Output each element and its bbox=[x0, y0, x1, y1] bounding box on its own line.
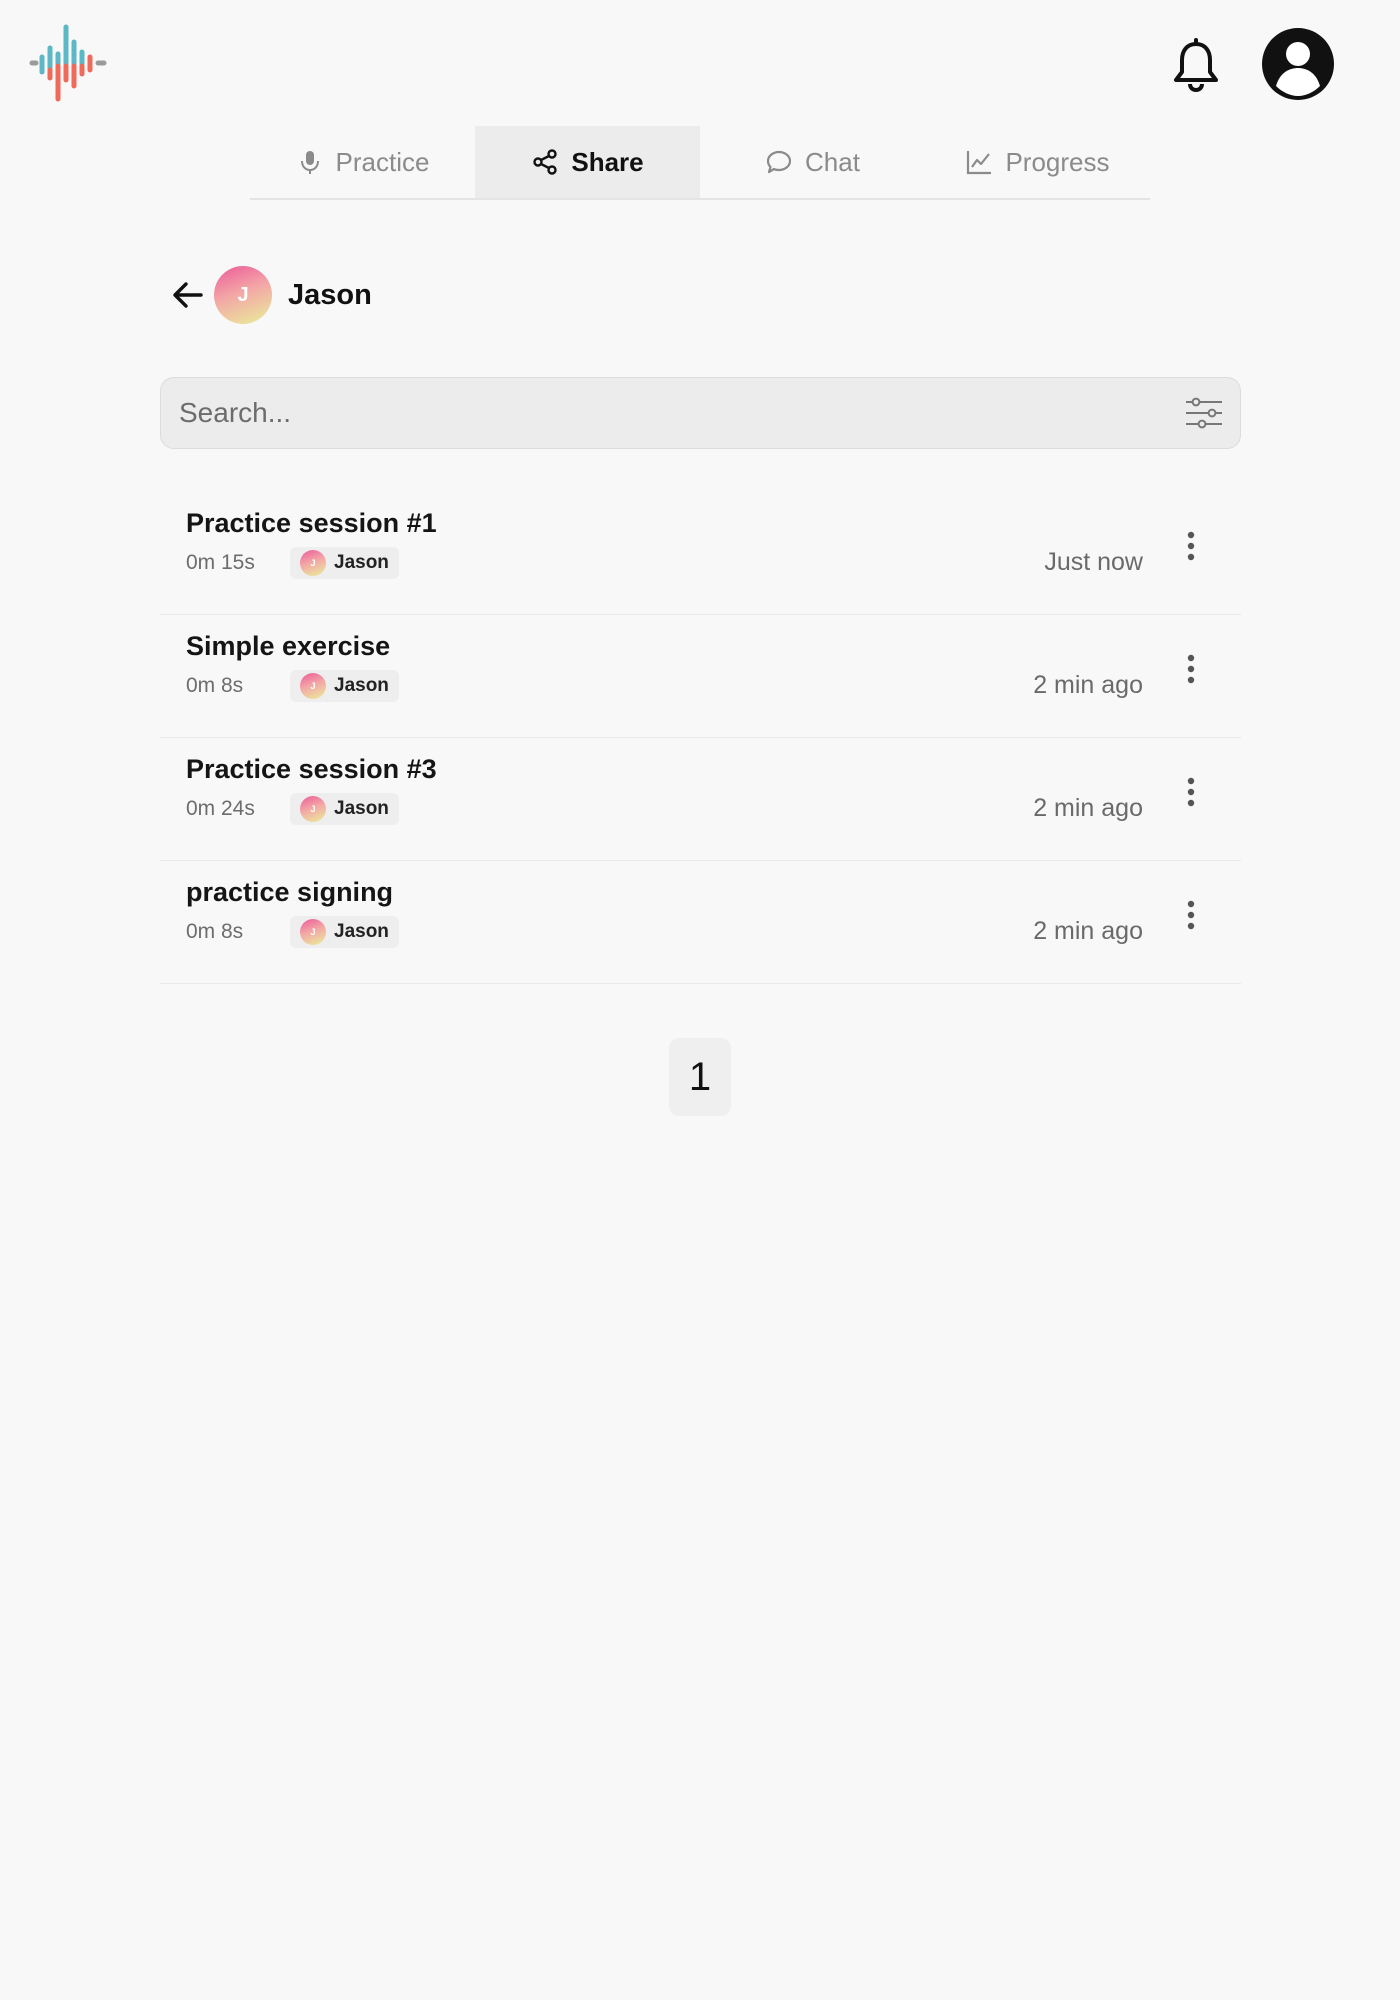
line-chart-icon bbox=[967, 151, 992, 175]
pagination: 1 bbox=[669, 1038, 731, 1116]
session-duration: 0m 24s bbox=[186, 797, 255, 820]
session-time: Just now bbox=[1044, 548, 1143, 576]
session-meta: 0m 24s J Jason bbox=[186, 792, 399, 826]
user-profile-icon[interactable] bbox=[1262, 28, 1334, 100]
list-item[interactable]: practice signing 0m 8s J Jason 2 min ago bbox=[160, 861, 1241, 984]
share-icon bbox=[533, 149, 558, 175]
tab-label: Progress bbox=[1005, 146, 1110, 177]
tab-label: Chat bbox=[805, 146, 860, 177]
chat-bubble-icon bbox=[766, 150, 792, 174]
microphone-icon bbox=[300, 151, 319, 174]
avatar: J bbox=[214, 266, 272, 324]
tab-progress[interactable]: Progress bbox=[925, 126, 1150, 198]
app-logo[interactable] bbox=[28, 24, 108, 106]
owner-name: Jason bbox=[334, 921, 389, 942]
session-title: Practice session #3 bbox=[186, 754, 437, 784]
tab-chat[interactable]: Chat bbox=[700, 126, 925, 198]
session-time: 2 min ago bbox=[1033, 794, 1143, 822]
session-time: 2 min ago bbox=[1033, 917, 1143, 945]
filter-sliders-icon[interactable] bbox=[1184, 395, 1224, 431]
owner-name: Jason bbox=[334, 675, 389, 696]
bell-icon[interactable] bbox=[1172, 38, 1220, 92]
user-header: J Jason bbox=[170, 264, 372, 326]
avatar-initial: J bbox=[237, 283, 249, 306]
avatar-initial: J bbox=[310, 558, 316, 568]
search-input[interactable] bbox=[179, 378, 1159, 448]
avatar-initial: J bbox=[310, 681, 316, 691]
session-time: 2 min ago bbox=[1033, 671, 1143, 699]
owner-chip: J Jason bbox=[290, 916, 399, 948]
avatar: J bbox=[300, 919, 326, 945]
session-meta: 0m 8s J Jason bbox=[186, 669, 399, 703]
avatar: J bbox=[300, 796, 326, 822]
session-list: Practice session #1 0m 15s J Jason Just … bbox=[160, 492, 1241, 984]
avatar: J bbox=[300, 673, 326, 699]
more-options-icon[interactable] bbox=[1181, 774, 1201, 810]
session-title: practice signing bbox=[186, 877, 394, 907]
owner-chip: J Jason bbox=[290, 547, 399, 579]
session-title: Practice session #1 bbox=[186, 508, 437, 538]
session-meta: 0m 15s J Jason bbox=[186, 546, 399, 580]
session-meta: 0m 8s J Jason bbox=[186, 915, 399, 949]
tab-label: Share bbox=[571, 146, 644, 177]
session-duration: 0m 8s bbox=[186, 674, 244, 697]
tab-share[interactable]: Share bbox=[475, 126, 700, 198]
session-duration: 0m 8s bbox=[186, 920, 244, 943]
owner-name: Jason bbox=[334, 552, 389, 573]
more-options-icon[interactable] bbox=[1181, 651, 1201, 687]
page-button-current[interactable]: 1 bbox=[669, 1038, 731, 1116]
tab-practice[interactable]: Practice bbox=[250, 126, 475, 198]
search-bar bbox=[160, 377, 1241, 449]
list-item[interactable]: Simple exercise 0m 8s J Jason 2 min ago bbox=[160, 615, 1241, 738]
avatar-initial: J bbox=[310, 927, 316, 937]
more-options-icon[interactable] bbox=[1181, 897, 1201, 933]
more-options-icon[interactable] bbox=[1181, 528, 1201, 564]
main-tabs: Practice Share Chat Progress bbox=[250, 126, 1150, 200]
owner-chip: J Jason bbox=[290, 670, 399, 702]
owner-chip: J Jason bbox=[290, 793, 399, 825]
avatar: J bbox=[300, 550, 326, 576]
back-arrow-icon[interactable] bbox=[170, 277, 206, 313]
avatar-initial: J bbox=[310, 804, 316, 814]
session-title: Simple exercise bbox=[186, 631, 391, 661]
owner-name: Jason bbox=[334, 798, 389, 819]
list-item[interactable]: Practice session #1 0m 15s J Jason Just … bbox=[160, 492, 1241, 615]
user-name: Jason bbox=[288, 278, 372, 311]
list-item[interactable]: Practice session #3 0m 24s J Jason 2 min… bbox=[160, 738, 1241, 861]
tab-label: Practice bbox=[335, 146, 430, 177]
session-duration: 0m 15s bbox=[186, 551, 255, 574]
